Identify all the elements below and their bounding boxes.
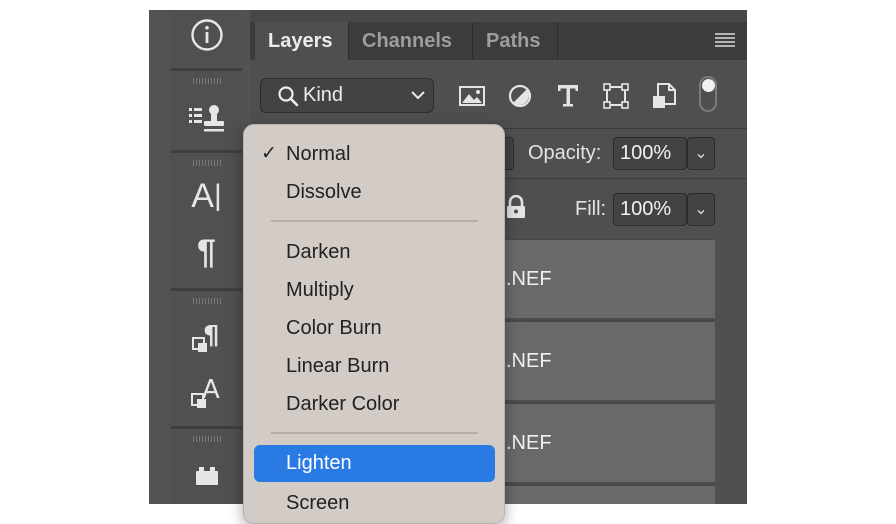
info-group (171, 10, 242, 68)
menu-item-label: Screen (286, 492, 350, 514)
group-grip[interactable] (193, 436, 221, 442)
opacity-dropdown[interactable]: ⌄ (687, 137, 715, 170)
checkmark-icon: ✓ (261, 143, 277, 164)
menu-separator (271, 220, 478, 222)
menu-item-normal[interactable]: ✓ Normal (244, 138, 506, 170)
blend-mode-menu: ✓ Normal Dissolve Darken Multiply Color … (243, 124, 505, 524)
tab-paths[interactable]: Paths (473, 22, 558, 60)
panel-icon-dock: A | ¶ ¶ A (171, 10, 242, 504)
menu-item-label: Linear Burn (286, 355, 390, 377)
layer-name: .NEF (506, 432, 552, 454)
menu-item-dissolve[interactable]: Dissolve (244, 176, 506, 208)
menu-separator (271, 432, 478, 434)
search-icon (278, 85, 299, 106)
chevron-down-icon (411, 91, 425, 100)
group-grip[interactable] (193, 78, 221, 84)
kind-filter-select[interactable]: Kind (260, 78, 434, 113)
menu-item-label: Darker Color (286, 393, 400, 415)
layer-name: .NEF (506, 268, 552, 290)
filter-row: Kind (250, 60, 747, 128)
paragraph-styles-icon[interactable]: ¶ (171, 311, 242, 361)
paragraph-icon[interactable]: ¶ (171, 227, 242, 277)
tab-channels[interactable]: Channels (349, 22, 473, 60)
menu-item-darker-color[interactable]: Darker Color (244, 388, 506, 420)
shape-filter-icon[interactable] (602, 82, 630, 110)
styles-group: ¶ A (171, 291, 242, 426)
menu-item-label: Lighten (286, 452, 352, 474)
lock-icon[interactable] (505, 195, 527, 219)
type-filter-icon[interactable] (554, 82, 582, 110)
menu-item-label: Color Burn (286, 317, 382, 339)
character-icon[interactable]: A | (171, 171, 242, 221)
image-filter-icon[interactable] (458, 82, 486, 110)
menu-item-label: Normal (286, 143, 351, 165)
menu-item-label: Darken (286, 241, 351, 263)
layer-name: .NEF (506, 350, 552, 372)
tab-layers[interactable]: Layers (255, 22, 349, 60)
menu-item-darken[interactable]: Darken (244, 236, 506, 268)
kind-label: Kind (303, 84, 344, 106)
menu-item-multiply[interactable]: Multiply (244, 274, 506, 306)
smart-object-filter-icon[interactable] (650, 82, 678, 110)
panel-tab-bar: Layers Channels Paths (250, 22, 747, 60)
menu-item-linear-burn[interactable]: Linear Burn (244, 350, 506, 382)
type-group: A | ¶ (171, 153, 242, 288)
clone-source-icon[interactable] (171, 93, 242, 143)
adjustment-filter-icon[interactable] (506, 82, 534, 110)
group-grip[interactable] (193, 298, 221, 304)
info-icon[interactable] (171, 10, 242, 60)
opacity-input[interactable]: 100% (613, 137, 687, 170)
menu-item-label: Multiply (286, 279, 354, 301)
fill-label: Fill: (575, 198, 607, 220)
layers-scrollbar[interactable] (715, 238, 747, 504)
character-styles-icon[interactable]: A (171, 367, 242, 417)
group-grip[interactable] (193, 160, 221, 166)
opacity-label: Opacity: (528, 142, 602, 164)
menu-item-screen[interactable]: Screen (244, 487, 506, 519)
menu-item-lighten[interactable]: Lighten (254, 445, 495, 482)
menu-item-label: Dissolve (286, 181, 362, 203)
fill-input[interactable]: 100% (613, 193, 687, 226)
menu-item-color-burn[interactable]: Color Burn (244, 312, 506, 344)
3d-icon[interactable] (171, 451, 242, 501)
clone-group (171, 71, 242, 150)
fill-dropdown[interactable]: ⌄ (687, 193, 715, 226)
panel-icon-strip: A | ¶ ¶ A (149, 10, 250, 504)
3d-group (171, 429, 242, 504)
hamburger-icon[interactable] (715, 33, 735, 48)
filter-toggle-switch[interactable] (699, 76, 717, 112)
